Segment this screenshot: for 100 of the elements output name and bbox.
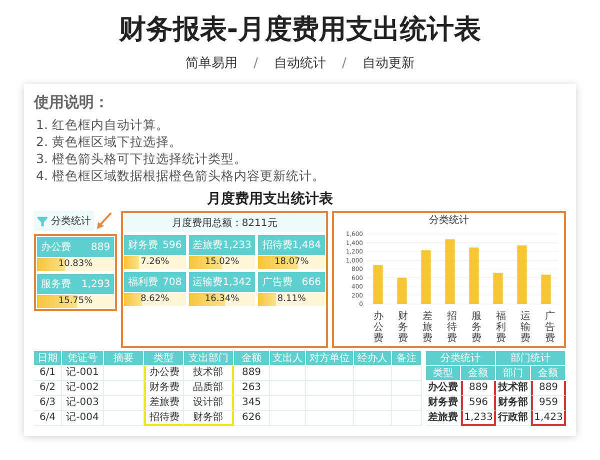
table-cell: 办公费 (144, 366, 184, 381)
page-title: 财务报表-月度费用支出统计表 (118, 13, 482, 47)
group-header: 分类统计 (426, 351, 496, 366)
table-cell: 1,233 (461, 411, 496, 426)
axis-category-label: 差旅费 (422, 311, 432, 344)
axis-category-label: 办公费 (373, 311, 384, 344)
feature-label: 自动更新 (362, 55, 414, 73)
percent-label: 16.34% (204, 293, 240, 306)
table-cell: 626 (234, 411, 270, 426)
category-amount: 1,293 (81, 278, 110, 290)
table-cell: 6/3 (34, 396, 62, 411)
chart-bar (397, 278, 407, 304)
table-cell: 招待费 (144, 411, 184, 426)
total-amount: 月度费用总额：8211元 (124, 214, 325, 232)
column-header: 支出人 (270, 351, 306, 366)
table-cell: 889 (234, 366, 270, 381)
category-name: 差旅费 (192, 238, 223, 252)
category-amount: 666 (302, 276, 321, 288)
column-header: 类型 (426, 366, 461, 381)
category-amount: 1,342 (222, 276, 252, 288)
axis-category-label: 财务费 (398, 311, 408, 344)
table-cell: 财务部 (184, 411, 234, 426)
table-cell: 财务费 (426, 396, 461, 411)
arrow-icon (96, 212, 112, 230)
instruction-step: 2. 黄色框区域下拉选择。 (36, 133, 566, 150)
axis-category-label: 服务费 (471, 311, 482, 344)
table-cell: 959 (531, 396, 566, 411)
column-header: 金额 (531, 366, 566, 381)
sheet-title: 月度费用支出统计表 (207, 190, 333, 208)
column-header: 类型 (144, 351, 184, 366)
column-header: 经办人 (354, 351, 392, 366)
table-cell: 记-001 (62, 366, 104, 381)
chart-bar (469, 248, 479, 304)
table-cell: 财务部 (496, 396, 531, 411)
category-amount: 889 (90, 242, 110, 252)
instruction-step: 3. 橙色箭头格可下拉选择统计类型。 (36, 150, 566, 167)
table-cell: 品质部 (184, 381, 234, 396)
table-cell: 技术部 (184, 366, 234, 381)
instructions-heading: 使用说明： (34, 92, 110, 112)
table-cell: 记-004 (62, 411, 104, 426)
column-header: 金额 (234, 351, 270, 366)
category-amount: 1,233 (222, 240, 252, 250)
column-header: 支出部门 (184, 351, 234, 366)
category-name: 运输费 (192, 276, 223, 289)
chart-bar (445, 239, 455, 304)
group-header: 部门统计 (496, 351, 566, 366)
table-cell: 差旅费 (144, 396, 184, 411)
column-header: 对方单位 (306, 351, 354, 366)
axis-category-label: 福利费 (496, 311, 506, 344)
table-cell: 889 (531, 381, 566, 396)
table-cell: 6/1 (34, 366, 62, 381)
chart-bar (517, 245, 527, 304)
separator: / (254, 55, 258, 73)
table-cell: 345 (234, 396, 270, 411)
percent-label: 7.26% (140, 256, 170, 269)
percent-label: 10.83% (58, 258, 93, 271)
table-cell: 596 (461, 396, 496, 411)
feature-label: 自动统计 (274, 55, 326, 73)
axis-category-label: 广告费 (544, 311, 555, 344)
instruction-step: 1. 红色框内自动计算。 (36, 116, 566, 133)
table-cell: 行政部 (496, 411, 531, 426)
feature-label: 简单易用 (186, 55, 238, 73)
table-cell: 1,423 (531, 411, 566, 426)
chart-bar (421, 250, 431, 304)
column-header: 摘要 (104, 351, 144, 366)
column-header: 凭证号 (62, 351, 104, 366)
chart-title: 分类统计 (429, 215, 469, 227)
table-cell: 记-002 (62, 381, 104, 396)
table-cell: 财务费 (144, 381, 184, 396)
table-cell: 889 (461, 381, 496, 396)
category-name: 福利费 (128, 276, 158, 289)
chart-bar (541, 274, 551, 304)
column-header: 备注 (392, 351, 422, 366)
axis-category-label: 招待费 (446, 311, 457, 344)
category-amount: 596 (162, 240, 182, 250)
filter-icon (37, 216, 48, 226)
table-cell: 263 (234, 381, 270, 396)
percent-label: 8.11% (277, 293, 306, 306)
category-dropdown[interactable]: 分类统计 (34, 211, 94, 231)
axis-category-label: 运输费 (520, 311, 530, 344)
category-amount: 708 (162, 276, 182, 288)
category-name: 服务费 (41, 278, 71, 291)
table-cell: 设计部 (184, 396, 234, 411)
table-cell: 记-003 (62, 396, 104, 411)
table-cell: 技术部 (496, 381, 531, 396)
percent-label: 15.75% (58, 295, 93, 308)
percent-label: 18.07% (274, 256, 309, 269)
chart-bar (493, 272, 503, 304)
column-header: 部门 (496, 366, 531, 381)
category-name: 财务费 (128, 238, 158, 252)
table-cell: 办公费 (426, 381, 461, 396)
table-cell: 6/4 (34, 411, 62, 426)
table-cell: 6/2 (34, 381, 62, 396)
category-name: 广告费 (262, 276, 292, 289)
category-name: 办公费 (41, 240, 71, 254)
separator: / (342, 55, 346, 73)
column-header: 金额 (461, 366, 496, 381)
column-header: 日期 (34, 351, 62, 366)
table-cell: 差旅费 (426, 411, 461, 426)
chart-bar (373, 265, 383, 304)
